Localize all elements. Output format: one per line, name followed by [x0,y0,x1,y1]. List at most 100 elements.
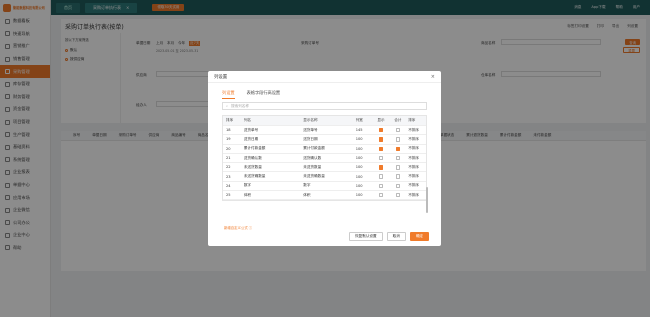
sum-checkbox[interactable] [395,183,400,189]
row-sort[interactable]: 不排序 [406,156,426,161]
row-display-name[interactable]: 累计付款金额 [300,146,353,151]
grid-row[interactable]: 19 送货日期 送货日期 100 不排序 [223,135,426,145]
sum-checkbox[interactable] [395,146,400,151]
search-icon: ⌕ [226,104,229,108]
row-sort[interactable]: 不排序 [406,183,426,188]
ok-button[interactable]: 确定 [409,232,429,241]
row-width[interactable]: 100 [354,165,373,169]
grid-scrollbar[interactable] [426,187,428,213]
row-column-name: 数字 [243,183,252,188]
row-sum-cell [389,127,406,133]
row-width[interactable]: 100 [354,137,373,141]
tab-row-height[interactable]: 表格字段行高设置 [247,90,281,99]
row-width[interactable]: 100 [354,147,373,151]
column-search-input[interactable]: ⌕ 搜索列名称 [222,102,427,110]
row-show-cell [373,127,390,133]
row-column-name: 体积 [243,192,252,197]
row-column-name: 送货单号 [243,127,259,132]
show-checkbox[interactable] [378,155,384,161]
row-width[interactable]: 100 [354,193,373,197]
row-width[interactable]: 145 [354,128,373,132]
sum-checkbox[interactable] [395,127,400,133]
grid-header: 排序 列名 显示名称 列宽 显示 合计 排序 [223,116,426,126]
search-placeholder: 搜索列名称 [231,103,249,108]
grid-row[interactable]: 20 累计付款金额 累计付款金额 100 不排序 [223,145,426,154]
modal-footer: 恢复默认设置 取消 确定 [349,232,429,241]
column-settings-modal: 列设置 × 列设置 表格字段行高设置 ⌕ 搜索列名称 排序 列名 显示名称 列宽… [208,71,441,246]
row-show-cell [373,146,390,151]
row-column-name: 送货日期 [243,136,259,141]
grid-row[interactable]: 25 体积 体积 100 不排序 [223,191,426,201]
col-sort-header: 排序 [408,118,416,122]
row-display-name[interactable]: 送货日期 [300,137,353,142]
row-column-name: 未送货确数量 [243,174,266,179]
sum-checkbox[interactable] [395,155,400,161]
row-display-name[interactable]: 未送货数量 [300,165,353,170]
row-order: 22 [226,165,231,170]
row-show-cell [373,174,390,179]
grid-row[interactable]: 21 送货确认数 送货确认数 100 不排序 [223,154,426,164]
row-sum-cell [389,193,406,198]
row-sum-cell [389,174,406,179]
col-display-header: 显示名称 [303,118,318,122]
show-checkbox[interactable] [378,146,384,151]
sum-checkbox[interactable] [395,137,400,142]
row-sort[interactable]: 不排序 [406,146,426,151]
row-order: 20 [226,146,231,151]
row-order: 21 [226,156,231,161]
row-column-name: 未送货数量 [243,164,262,169]
show-checkbox[interactable] [378,137,384,142]
col-sum-header: 合计 [394,118,402,122]
row-display-name[interactable]: 送货确认数 [300,156,353,161]
row-order: 19 [226,137,231,142]
sum-checkbox[interactable] [395,165,400,170]
show-checkbox[interactable] [378,165,384,170]
col-show-header: 显示 [377,118,385,122]
show-checkbox[interactable] [378,174,384,179]
row-width[interactable]: 100 [354,175,373,179]
row-width[interactable]: 100 [354,184,373,188]
row-column-name: 累计付款金额 [243,146,266,151]
show-checkbox[interactable] [378,193,384,198]
row-order: 25 [226,193,231,198]
row-width[interactable]: 100 [354,156,373,160]
row-show-cell [373,137,390,142]
row-display-name[interactable]: 体积 [300,193,353,198]
sum-checkbox[interactable] [395,174,400,179]
row-show-cell [373,193,390,198]
add-formula-link[interactable]: 新增自定义公式 ⓘ [224,225,252,230]
row-order: 24 [226,183,231,188]
row-sum-cell [389,183,406,189]
grid-row[interactable]: 22 未送货数量 未送货数量 100 不排序 [223,163,426,173]
show-checkbox[interactable] [378,183,384,189]
grid-row[interactable]: 23 未送货确数量 未送货确数量 100 不排序 [223,172,426,182]
row-order: 18 [226,128,231,133]
grid-row[interactable]: 18 送货单号 送货单号 145 不排序 [223,126,426,136]
row-display-name[interactable]: 数字 [300,183,353,188]
row-sum-cell [389,146,406,151]
sum-checkbox[interactable] [395,193,400,198]
grid-row[interactable]: 24 数字 数字 100 不排序 [223,182,426,192]
row-sort[interactable]: 不排序 [406,165,426,170]
cancel-button[interactable]: 取消 [386,232,406,241]
modal-tabs: 列设置 表格字段行高设置 [222,90,280,99]
row-order: 23 [226,174,231,179]
row-sort[interactable]: 不排序 [406,174,426,179]
row-sort[interactable]: 不排序 [406,193,426,198]
column-grid: 排序 列名 显示名称 列宽 显示 合计 排序 18 送货单号 送货单号 145 不排序 1… [222,115,427,202]
col-order-header: 排序 [226,118,234,122]
show-checkbox[interactable] [378,127,384,133]
row-sort[interactable]: 不排序 [406,137,426,142]
row-show-cell [373,165,390,170]
modal-header: 列设置 × [208,71,441,83]
restore-default-button[interactable]: 恢复默认设置 [349,232,383,241]
tab-column-settings[interactable]: 列设置 [222,90,235,99]
row-display-name[interactable]: 未送货确数量 [300,174,353,179]
row-column-name: 送货确认数 [243,155,262,160]
close-icon[interactable]: × [431,74,441,80]
row-display-name[interactable]: 送货单号 [300,128,353,133]
modal-title: 列设置 [214,74,228,80]
row-sum-cell [389,137,406,142]
row-sort[interactable]: 不排序 [406,128,426,133]
row-show-cell [373,183,390,189]
